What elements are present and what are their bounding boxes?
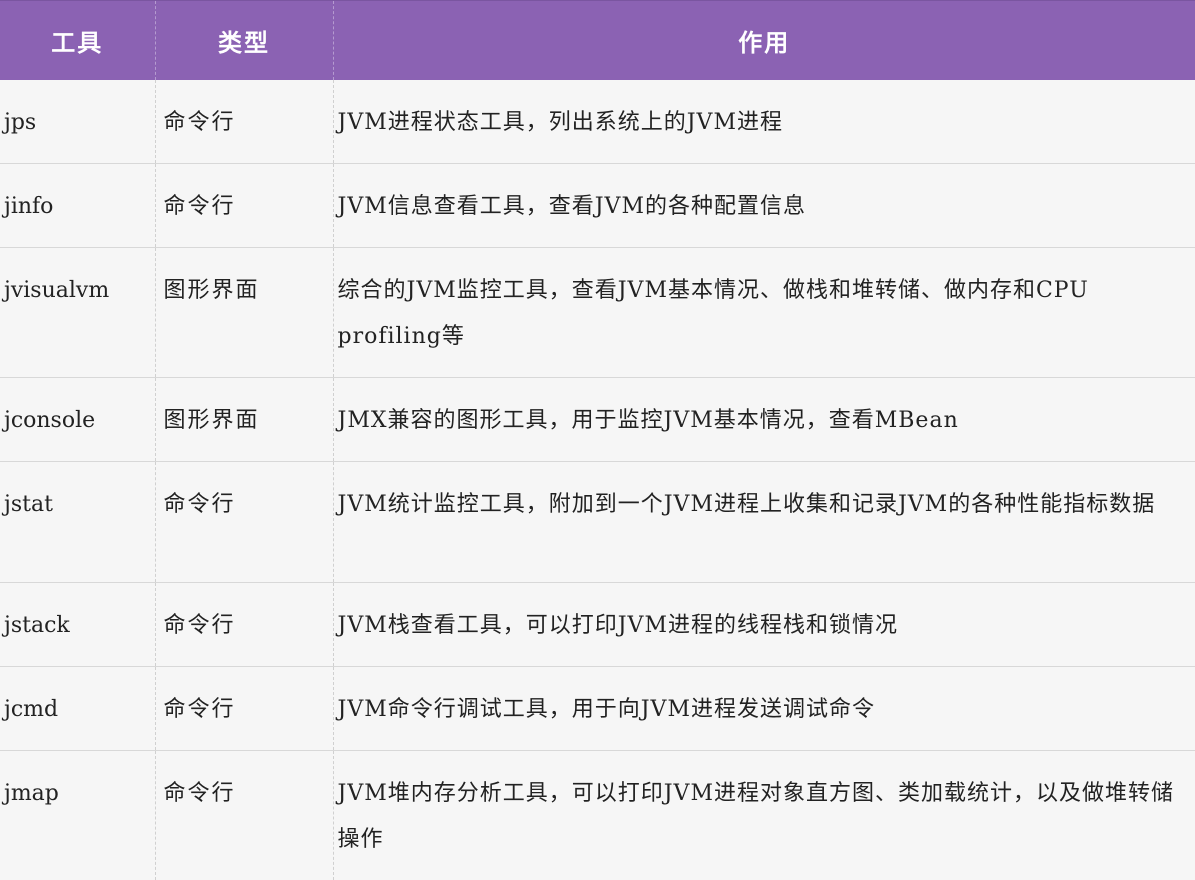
header-tool: 工具 [0, 1, 155, 81]
table-row: jstack 命令行 JVM栈查看工具，可以打印JVM进程的线程栈和锁情况 [0, 583, 1195, 667]
cell-purpose: JVM信息查看工具，查看JVM的各种配置信息 [333, 164, 1195, 248]
header-type: 类型 [155, 1, 333, 81]
jvm-tools-table-container: 工具 类型 作用 jps 命令行 JVM进程状态工具，列出系统上的JVM进程 j… [0, 0, 1195, 811]
cell-type: 命令行 [155, 80, 333, 164]
jvm-tools-table: 工具 类型 作用 jps 命令行 JVM进程状态工具，列出系统上的JVM进程 j… [0, 0, 1195, 880]
cell-purpose: JMX兼容的图形工具，用于监控JVM基本情况，查看MBean [333, 378, 1195, 462]
table-row: jstat 命令行 JVM统计监控工具，附加到一个JVM进程上收集和记录JVM的… [0, 462, 1195, 583]
cell-tool: jmap [0, 751, 155, 880]
cell-type: 图形界面 [155, 378, 333, 462]
table-row: jvisualvm 图形界面 综合的JVM监控工具，查看JVM基本情况、做栈和堆… [0, 248, 1195, 378]
cell-type: 命令行 [155, 462, 333, 583]
cell-type: 命令行 [155, 164, 333, 248]
cell-purpose: 综合的JVM监控工具，查看JVM基本情况、做栈和堆转储、做内存和CPU prof… [333, 248, 1195, 378]
header-row: 工具 类型 作用 [0, 1, 1195, 81]
cell-type: 命令行 [155, 583, 333, 667]
cell-tool: jvisualvm [0, 248, 155, 378]
table-body: jps 命令行 JVM进程状态工具，列出系统上的JVM进程 jinfo 命令行 … [0, 80, 1195, 880]
cell-tool: jinfo [0, 164, 155, 248]
table-header: 工具 类型 作用 [0, 1, 1195, 81]
cell-purpose: JVM栈查看工具，可以打印JVM进程的线程栈和锁情况 [333, 583, 1195, 667]
table-row: jconsole 图形界面 JMX兼容的图形工具，用于监控JVM基本情况，查看M… [0, 378, 1195, 462]
header-purpose: 作用 [333, 1, 1195, 81]
cell-tool: jconsole [0, 378, 155, 462]
cell-tool: jps [0, 80, 155, 164]
cell-purpose: JVM统计监控工具，附加到一个JVM进程上收集和记录JVM的各种性能指标数据 [333, 462, 1195, 583]
cell-type: 命令行 [155, 667, 333, 751]
cell-tool: jstack [0, 583, 155, 667]
table-row: jinfo 命令行 JVM信息查看工具，查看JVM的各种配置信息 [0, 164, 1195, 248]
cell-type: 图形界面 [155, 248, 333, 378]
cell-purpose: JVM堆内存分析工具，可以打印JVM进程对象直方图、类加载统计，以及做堆转储操作 [333, 751, 1195, 880]
table-row: jmap 命令行 JVM堆内存分析工具，可以打印JVM进程对象直方图、类加载统计… [0, 751, 1195, 880]
cell-tool: jcmd [0, 667, 155, 751]
table-row: jcmd 命令行 JVM命令行调试工具，用于向JVM进程发送调试命令 [0, 667, 1195, 751]
cell-type: 命令行 [155, 751, 333, 880]
cell-purpose: JVM命令行调试工具，用于向JVM进程发送调试命令 [333, 667, 1195, 751]
cell-tool: jstat [0, 462, 155, 583]
cell-purpose: JVM进程状态工具，列出系统上的JVM进程 [333, 80, 1195, 164]
table-row: jps 命令行 JVM进程状态工具，列出系统上的JVM进程 [0, 80, 1195, 164]
